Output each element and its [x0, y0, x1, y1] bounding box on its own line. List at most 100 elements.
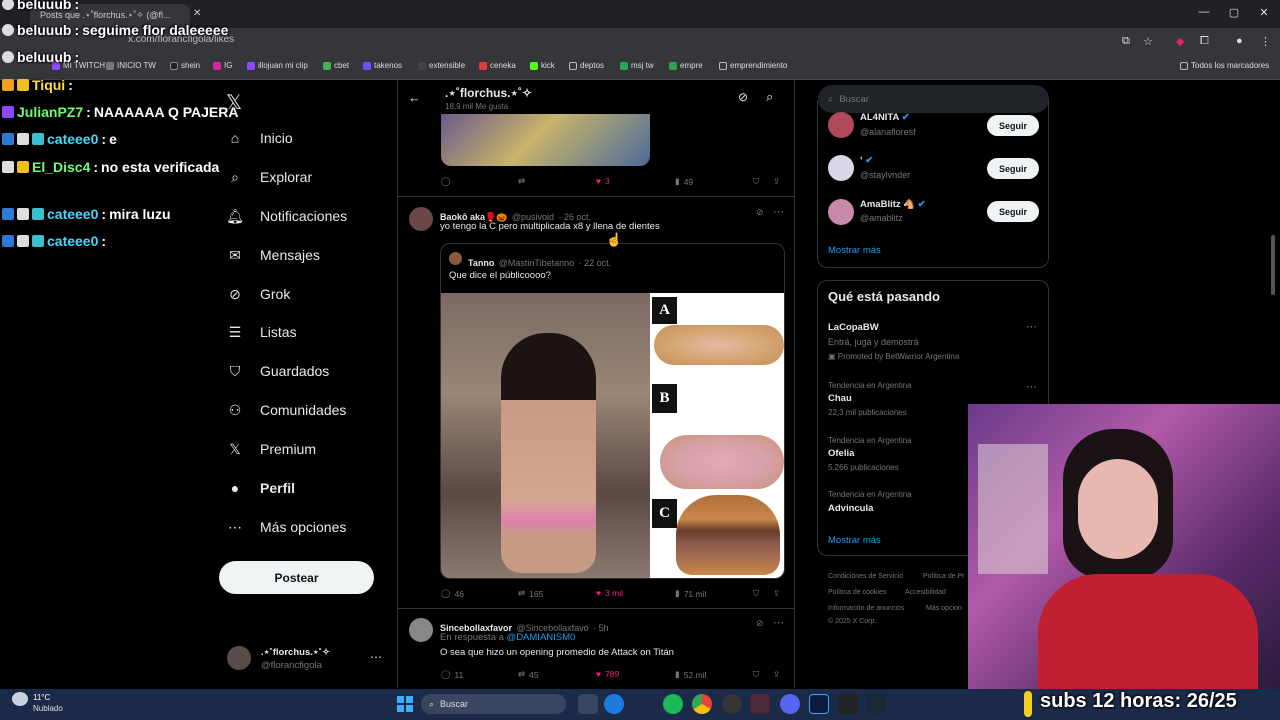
trend-name[interactable]: Ofelia — [828, 448, 854, 459]
bookmark-item[interactable]: illojuan mi clip — [247, 61, 308, 70]
reply-to-link[interactable]: @DAMIANISM0 — [507, 632, 576, 643]
sandwich-options-image[interactable]: A B C — [650, 293, 784, 578]
footer-link[interactable]: Accesibilidad — [905, 589, 946, 596]
nav-premium[interactable]: 𝕏 Premium — [226, 440, 316, 458]
footer-link[interactable]: Condiciones de Servicio — [828, 573, 903, 580]
views-button[interactable]: ▮ 49 — [675, 176, 693, 187]
bookmark-item[interactable]: empre — [669, 61, 703, 70]
weather-icon[interactable] — [12, 692, 28, 706]
reply-button[interactable]: ◯ 11 — [441, 669, 463, 680]
puzzle-icon[interactable]: ⧠ — [1200, 35, 1209, 48]
more-icon[interactable]: ⋯ — [1026, 380, 1037, 393]
share-button[interactable]: ⇪ — [773, 588, 780, 599]
bookmark-button[interactable]: ⛉ — [753, 176, 759, 187]
avatar[interactable] — [828, 199, 854, 225]
menu-icon[interactable]: ⋮ — [1260, 35, 1271, 48]
bookmark-item[interactable]: kick — [530, 61, 555, 70]
maximize-icon[interactable]: ▢ — [1224, 6, 1244, 19]
share-button[interactable]: ⇪ — [773, 176, 780, 187]
cast-icon[interactable]: ⧉ — [1122, 35, 1130, 48]
account-more-icon[interactable]: ⋯ — [370, 650, 382, 664]
nav-bookmarks[interactable]: ⛉ Guardados — [226, 362, 330, 380]
reply-button[interactable]: ◯ — [441, 176, 451, 187]
edge-icon[interactable] — [604, 694, 624, 714]
suggestion-name[interactable]: AmaBlitz 🐴 ✔ — [860, 199, 926, 210]
footer-link[interactable]: Más opcion — [926, 605, 962, 612]
bookmark-item[interactable]: deptos — [569, 61, 604, 70]
profile-avatar-icon[interactable]: ● — [1236, 35, 1243, 47]
views-button[interactable]: ▮ 71 mil — [675, 588, 706, 599]
like-button[interactable]: ♥ 3 — [596, 176, 610, 186]
grok-icon[interactable]: ⊘ — [756, 207, 764, 218]
quote-photo[interactable] — [441, 293, 650, 578]
bookmark-button[interactable]: ⛉ — [753, 669, 759, 680]
follow-button[interactable]: Seguir — [987, 201, 1039, 222]
steam-icon[interactable] — [866, 694, 886, 714]
like-button[interactable]: ♥ 3 mil — [596, 588, 623, 598]
trend-name[interactable]: LaCopaBW — [828, 322, 879, 333]
chrome-icon[interactable] — [692, 694, 712, 714]
search-icon[interactable]: ⌕ — [766, 89, 773, 105]
tweet-image[interactable] — [441, 114, 650, 166]
app-icon[interactable] — [838, 694, 858, 714]
retweet-button[interactable]: ⇄ 45 — [518, 669, 539, 680]
tweet-date[interactable]: · 5h — [593, 623, 609, 633]
scrollbar-thumb[interactable] — [1271, 235, 1275, 295]
bookmark-button[interactable]: ⛉ — [753, 588, 759, 599]
all-bookmarks[interactable]: Todos los marcadores — [1180, 61, 1269, 70]
app-icon[interactable] — [750, 694, 770, 714]
windows-start-icon[interactable] — [397, 696, 413, 712]
bookmark-item[interactable]: ceneka — [479, 61, 516, 70]
account-avatar[interactable] — [227, 646, 251, 670]
footer-link[interactable]: Política de cookies — [828, 589, 886, 596]
share-button[interactable]: ⇪ — [773, 669, 780, 680]
follow-button[interactable]: Seguir — [987, 158, 1039, 179]
bookmark-item[interactable]: IG — [213, 61, 232, 70]
spotify-icon[interactable] — [663, 694, 683, 714]
more-icon[interactable]: ⋯ — [1026, 320, 1037, 333]
suggestion-name[interactable]: AL4NITA ✔ — [860, 112, 910, 123]
views-button[interactable]: ▮ 52 mil — [675, 669, 706, 680]
trend-name[interactable]: Chau — [828, 393, 852, 404]
footer-link[interactable]: Información de anuncios — [828, 605, 904, 612]
bookmark-item[interactable]: takenos — [363, 61, 402, 70]
nav-more[interactable]: ⋯ Más opciones — [226, 518, 346, 536]
nav-profile[interactable]: ● Perfil — [226, 479, 295, 497]
show-more-link[interactable]: Mostrar más — [828, 245, 881, 256]
grok-icon[interactable]: ⊘ — [738, 90, 748, 104]
reply-button[interactable]: ◯ 46 — [441, 588, 464, 599]
nav-explore[interactable]: ⌕ Explorar — [226, 168, 312, 186]
discord-icon[interactable] — [780, 694, 800, 714]
bookmark-item[interactable]: INICIO TW — [106, 61, 156, 70]
nav-notifications[interactable]: 🔔︎ Notificaciones — [226, 207, 347, 225]
minimize-icon[interactable]: — — [1194, 6, 1214, 18]
avatar[interactable] — [828, 112, 854, 138]
close-window-icon[interactable]: ✕ — [1254, 6, 1274, 19]
more-icon[interactable]: ⋯ — [773, 616, 784, 629]
extension-icon[interactable]: ◆ — [1176, 35, 1184, 48]
nav-home[interactable]: ⌂ Inicio — [226, 129, 293, 147]
trend-name[interactable]: Advincula — [828, 503, 873, 514]
bookmark-item[interactable]: extensible — [418, 61, 465, 70]
suggestion-name[interactable]: ‘ ✔ — [860, 155, 873, 166]
obs-icon[interactable] — [722, 694, 742, 714]
bookmark-item[interactable]: shein — [170, 61, 200, 70]
star-icon[interactable]: ☆ — [1143, 35, 1153, 48]
bookmark-item[interactable]: cbet — [323, 61, 349, 70]
trends-show-more-link[interactable]: Mostrar más — [828, 535, 881, 546]
more-icon[interactable]: ⋯ — [773, 205, 784, 218]
retweet-button[interactable]: ⇄ — [518, 176, 525, 187]
bookmark-item[interactable]: msj tw — [620, 61, 654, 70]
taskbar-search[interactable]: ⌕ Buscar — [421, 694, 566, 714]
bookmark-item[interactable]: emprendimiento — [719, 61, 787, 70]
photoshop-icon[interactable] — [809, 694, 829, 714]
footer-link[interactable]: Política de Pr — [923, 573, 965, 580]
file-explorer-icon[interactable] — [578, 694, 598, 714]
grok-icon[interactable]: ⊘ — [756, 618, 764, 629]
back-arrow-icon[interactable]: ← — [408, 90, 421, 105]
close-tab-icon[interactable]: ✕ — [193, 8, 201, 19]
quote-tweet[interactable]: Tanno @MastinTibetanno · 22 oct. Que dic… — [440, 243, 785, 579]
retweet-button[interactable]: ⇄ 165 — [518, 588, 543, 599]
nav-messages[interactable]: ✉ Mensajes — [226, 246, 320, 264]
nav-communities[interactable]: ⚇ Comunidades — [226, 401, 347, 419]
